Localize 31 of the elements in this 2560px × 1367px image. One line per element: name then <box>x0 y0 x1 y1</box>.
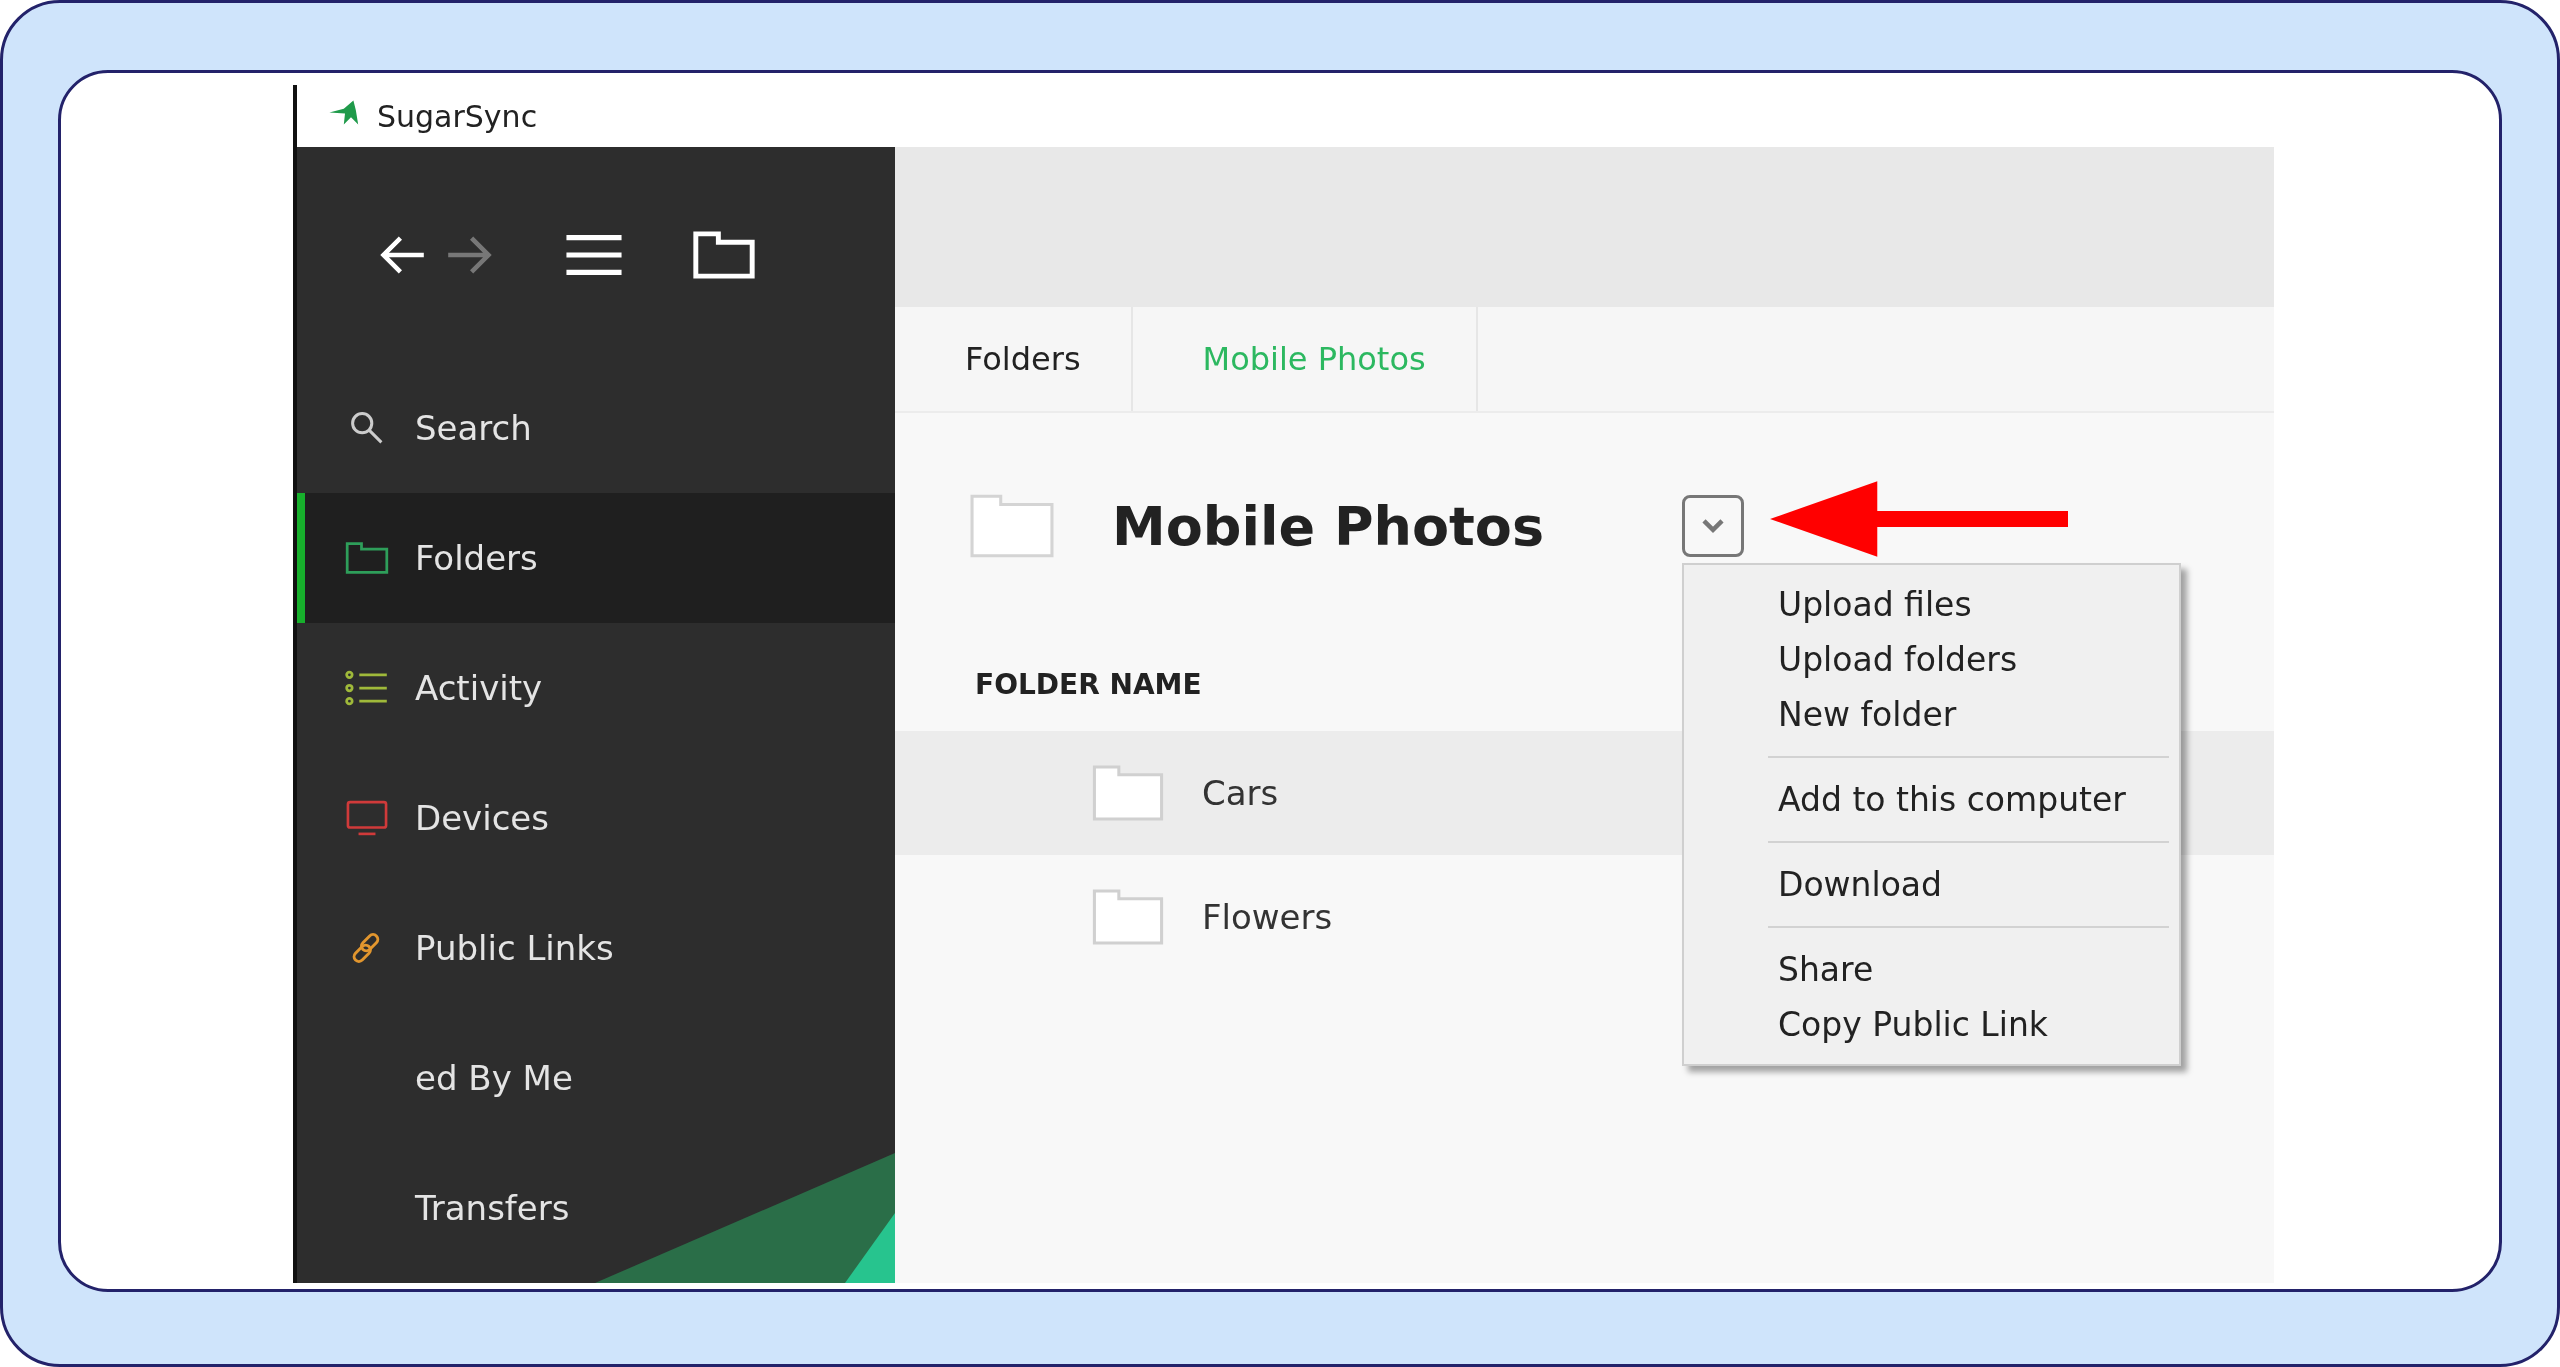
folder-icon <box>1090 888 1166 946</box>
sidebar-item[interactable]: Devices <box>297 753 573 883</box>
sidebar-item[interactable]: Public Links <box>297 883 638 1013</box>
dropdown-button[interactable] <box>1682 495 1744 557</box>
sidebar-item[interactable]: Folders <box>297 493 895 623</box>
menu-item[interactable]: Add to this computer <box>1684 772 2179 827</box>
menu-item[interactable]: Share <box>1684 942 2179 997</box>
menu-item[interactable]: Download <box>1684 857 2179 912</box>
column-header: FOLDER NAME <box>974 666 1202 703</box>
menu-item[interactable]: Copy Public Link <box>1684 997 2179 1052</box>
sidebar-item[interactable]: Activity <box>297 623 567 753</box>
breadcrumb-link[interactable]: Folders <box>895 307 1133 411</box>
window-title: SugarSync <box>377 98 538 134</box>
folder-icon <box>1090 764 1166 822</box>
folder-title: Mobile Photos <box>1112 494 1546 558</box>
folder-row[interactable]: Flowers <box>895 855 1675 979</box>
chevron-icon <box>1700 517 1726 535</box>
folder-icon <box>970 494 1054 558</box>
folder-icon <box>345 540 389 576</box>
folder-row[interactable]: Cars <box>895 731 1675 855</box>
menu-item[interactable]: New folder <box>1684 687 2179 742</box>
monitor-icon <box>345 800 389 836</box>
folder-icon[interactable] <box>693 231 755 279</box>
menu-icon[interactable] <box>565 233 623 277</box>
arrow-annotation-icon <box>1770 481 2068 557</box>
menu-item[interactable]: Upload folders <box>1684 632 2179 687</box>
list-icon <box>345 670 389 706</box>
sidebar-item[interactable]: Transfers <box>297 1143 594 1273</box>
menu-item[interactable]: Upload files <box>1684 577 2179 632</box>
sidebar-item[interactable]: ed By Me <box>297 1013 597 1143</box>
sidebar-item[interactable]: Search <box>297 363 556 493</box>
